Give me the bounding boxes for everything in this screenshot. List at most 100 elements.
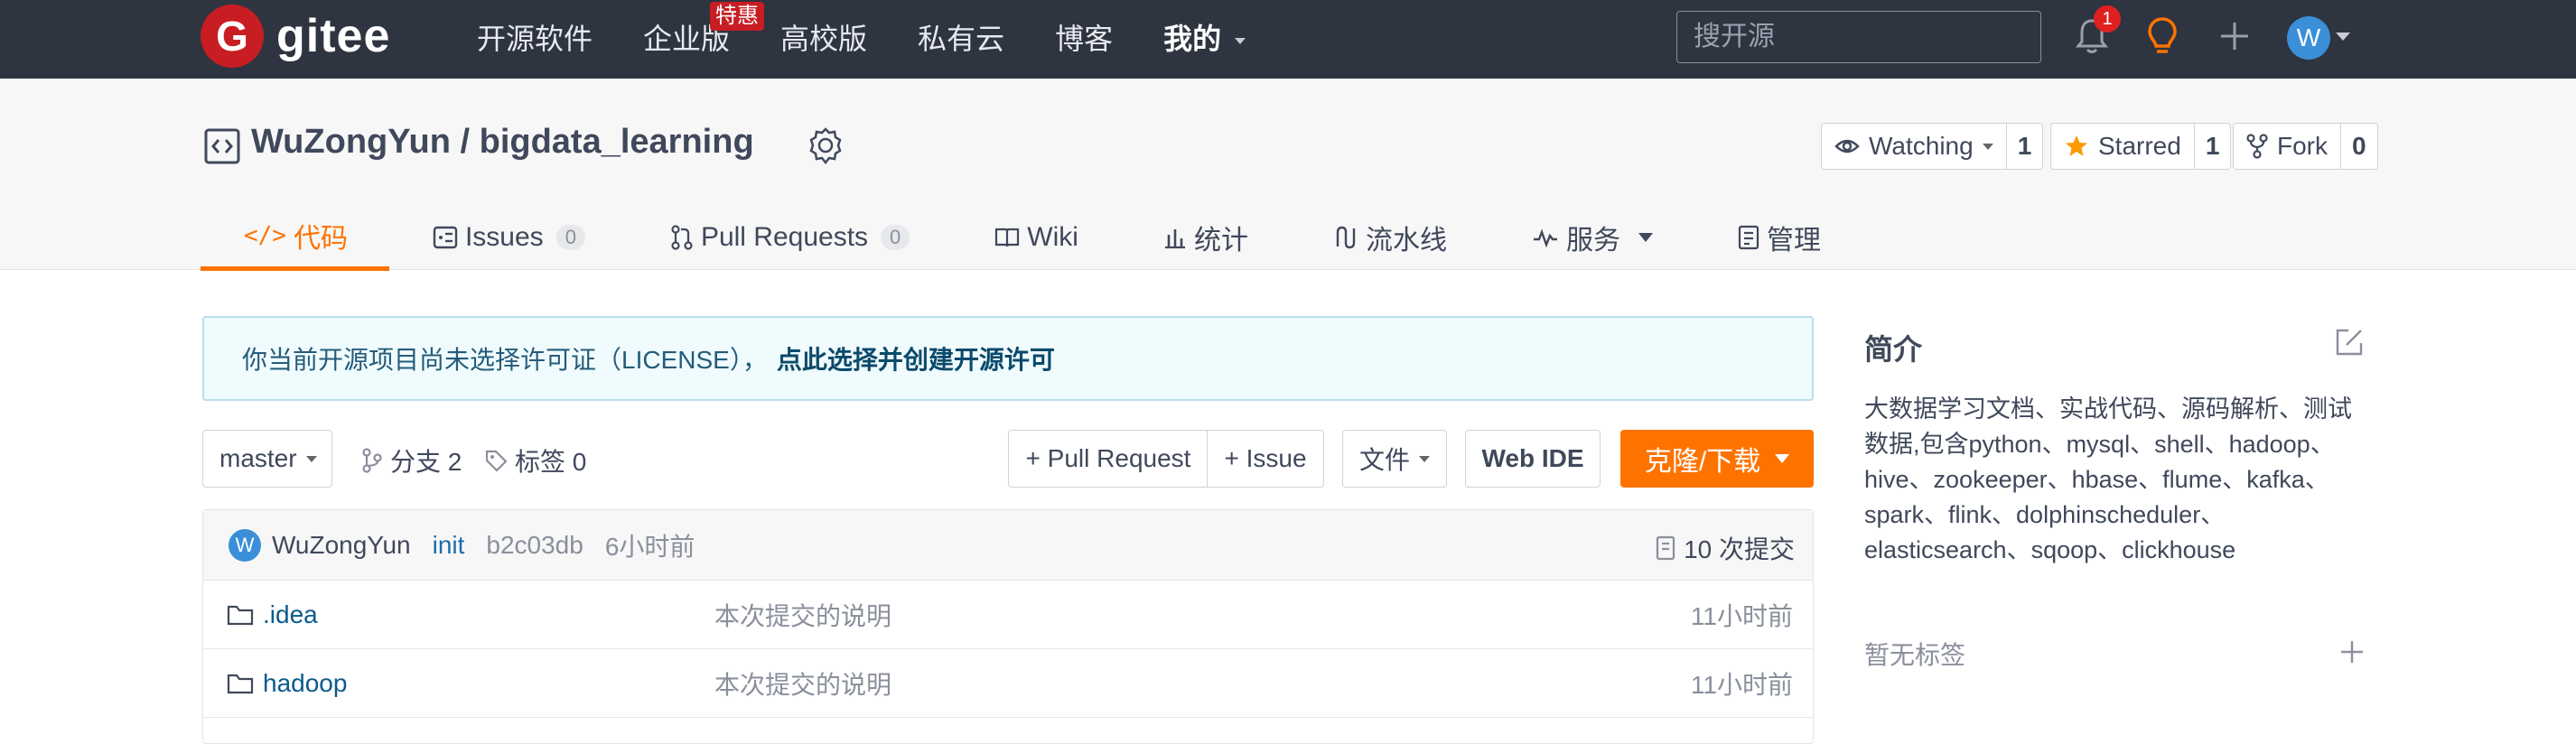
repo-code-icon (204, 128, 240, 164)
code-icon: </> (244, 221, 286, 249)
tab-count-badge: 0 (881, 225, 910, 250)
folder-icon (227, 605, 254, 625)
tab-label: 服务 (1565, 226, 1620, 256)
nav-open-source[interactable]: 开源软件 (477, 16, 593, 61)
star-count[interactable]: 1 (2193, 124, 2231, 169)
branch-select[interactable]: master (202, 430, 332, 488)
file-name-link[interactable]: hadoop (227, 669, 347, 698)
plus-icon[interactable] (2211, 13, 2258, 60)
star-label: Starred (2098, 132, 2181, 160)
tab-label: 统计 (1193, 226, 1248, 256)
clone-download-button[interactable]: 克隆/下载 (1620, 430, 1814, 488)
file-menu-label: 文件 (1358, 446, 1410, 474)
notification-count-badge: 1 (2094, 5, 2121, 33)
top-navbar: G gitee 开源软件 企业版 高校版 私有云 博客 我的 特惠 1 W (0, 0, 2576, 79)
fork-icon (2246, 134, 2268, 159)
edit-icon[interactable] (2334, 327, 2365, 362)
repo-separator: / (450, 123, 480, 161)
user-avatar[interactable]: W (2287, 16, 2330, 60)
lightbulb-icon[interactable] (2139, 13, 2186, 60)
chevron-down-icon (1638, 233, 1653, 242)
commit-message[interactable]: init (433, 531, 465, 560)
tab-count-badge: 0 (555, 225, 585, 250)
repo-name-link[interactable]: bigdata_learning (480, 123, 754, 161)
nav-private-cloud[interactable]: 私有云 (918, 16, 1004, 61)
chevron-down-icon (1982, 143, 1993, 150)
watch-button[interactable]: Watching (1822, 124, 2006, 169)
web-ide-button[interactable]: Web IDE (1465, 430, 1601, 488)
award-badge-icon[interactable] (806, 126, 845, 171)
nav-university[interactable]: 高校版 (780, 16, 867, 61)
star-icon (2066, 135, 2087, 156)
file-menu-button[interactable]: 文件 (1342, 430, 1447, 488)
folder-icon (227, 674, 254, 693)
tab-stats[interactable]: 统计 (1120, 204, 1290, 271)
promo-badge: 特惠 (710, 2, 764, 31)
commit-author-avatar[interactable]: W (229, 528, 261, 562)
tab-service[interactable]: 服务 (1489, 204, 1694, 271)
branch-icon (362, 448, 382, 473)
license-notice-text: 你当前开源项目尚未选择许可证（LICENSE）， (242, 346, 768, 374)
file-name-link[interactable]: .idea (227, 600, 318, 629)
nav-blog[interactable]: 博客 (1055, 16, 1113, 61)
new-issue-button[interactable]: + Issue (1207, 430, 1324, 488)
tab-pipeline[interactable]: 流水线 (1290, 204, 1489, 271)
gitee-logo-icon: G (201, 5, 264, 68)
new-pull-request-button[interactable]: + Pull Request (1008, 430, 1209, 488)
chevron-down-icon (1775, 454, 1790, 463)
watch-count[interactable]: 1 (2005, 124, 2043, 169)
commits-icon (1656, 535, 1675, 561)
tab-label: Wiki (1027, 222, 1078, 252)
file-commit-time: 11小时前 (1690, 670, 1793, 699)
file-commit-message[interactable]: 本次提交的说明 (714, 665, 891, 702)
branch-label: master (219, 444, 297, 472)
create-license-link[interactable]: 点此选择并创建开源许可 (777, 340, 1055, 377)
tab-label: 流水线 (1365, 226, 1447, 256)
tab-pull-requests[interactable]: Pull Requests 0 (627, 204, 951, 271)
commit-count: 10 次提交 (1684, 535, 1795, 563)
repo-description: 大数据学习文档、实战代码、源码解析、测试数据,包含python、mysql、sh… (1864, 395, 2352, 563)
clone-label: 克隆/下载 (1644, 447, 1761, 477)
tab-wiki[interactable]: Wiki (951, 204, 1120, 271)
commit-hash[interactable]: b2c03db (486, 531, 583, 560)
logo-text: gitee (276, 10, 391, 62)
file-row[interactable]: .idea 本次提交的说明 11小时前 (203, 581, 1813, 649)
file-commit-message[interactable]: 本次提交的说明 (714, 597, 891, 633)
issues-icon (433, 226, 458, 249)
commit-count-link[interactable]: 10 次提交 (1655, 530, 1795, 566)
fork-button[interactable]: Fork (2234, 124, 2340, 169)
search-input[interactable] (1676, 11, 2041, 63)
latest-commit-bar: W WuZongYun init b2c03db 6小时前 10 次提交 (203, 510, 1813, 581)
branches-label: 分支 2 (390, 448, 462, 476)
commit-author[interactable]: WuZongYun (272, 531, 411, 560)
repo-tabs: </> 代码 Issues 0 Pull Requests 0 Wiki 统计 … (201, 204, 1862, 271)
chevron-down-icon (1234, 38, 1246, 45)
manage-icon (1738, 225, 1759, 250)
tags-link[interactable]: 标签 0 (484, 442, 586, 479)
tab-manage[interactable]: 管理 (1694, 204, 1862, 271)
tab-label: 管理 (1766, 226, 1821, 256)
tab-label: 代码 (293, 223, 348, 254)
tab-issues[interactable]: Issues 0 (389, 204, 627, 271)
repo-owner-link[interactable]: WuZongYun (251, 123, 451, 161)
chevron-down-icon[interactable] (2336, 33, 2350, 41)
file-row[interactable]: hadoop 本次提交的说明 11小时前 (203, 649, 1813, 718)
tags-label: 标签 0 (515, 448, 587, 476)
tab-code[interactable]: </> 代码 (201, 204, 389, 271)
file-list: W WuZongYun init b2c03db 6小时前 10 次提交 .id… (202, 509, 1814, 744)
tag-icon (485, 450, 508, 472)
watch-button-group: Watching 1 (1821, 123, 2044, 170)
tab-label: Pull Requests (700, 222, 869, 252)
chevron-down-icon (305, 455, 317, 462)
fork-button-group: Fork 0 (2233, 123, 2378, 170)
gitee-logo[interactable]: G gitee (201, 5, 390, 68)
file-commit-time: 11小时前 (1690, 601, 1793, 630)
nav-mine[interactable]: 我的 (1163, 16, 1246, 61)
nav-mine-label: 我的 (1163, 23, 1222, 55)
star-button[interactable]: Starred (2051, 124, 2194, 169)
branches-link[interactable]: 分支 2 (361, 442, 462, 479)
fork-count[interactable]: 0 (2340, 124, 2377, 169)
stats-icon (1164, 229, 1185, 249)
add-tag-icon[interactable] (2339, 639, 2365, 669)
sidebar-title: 简介 (1864, 333, 1923, 366)
